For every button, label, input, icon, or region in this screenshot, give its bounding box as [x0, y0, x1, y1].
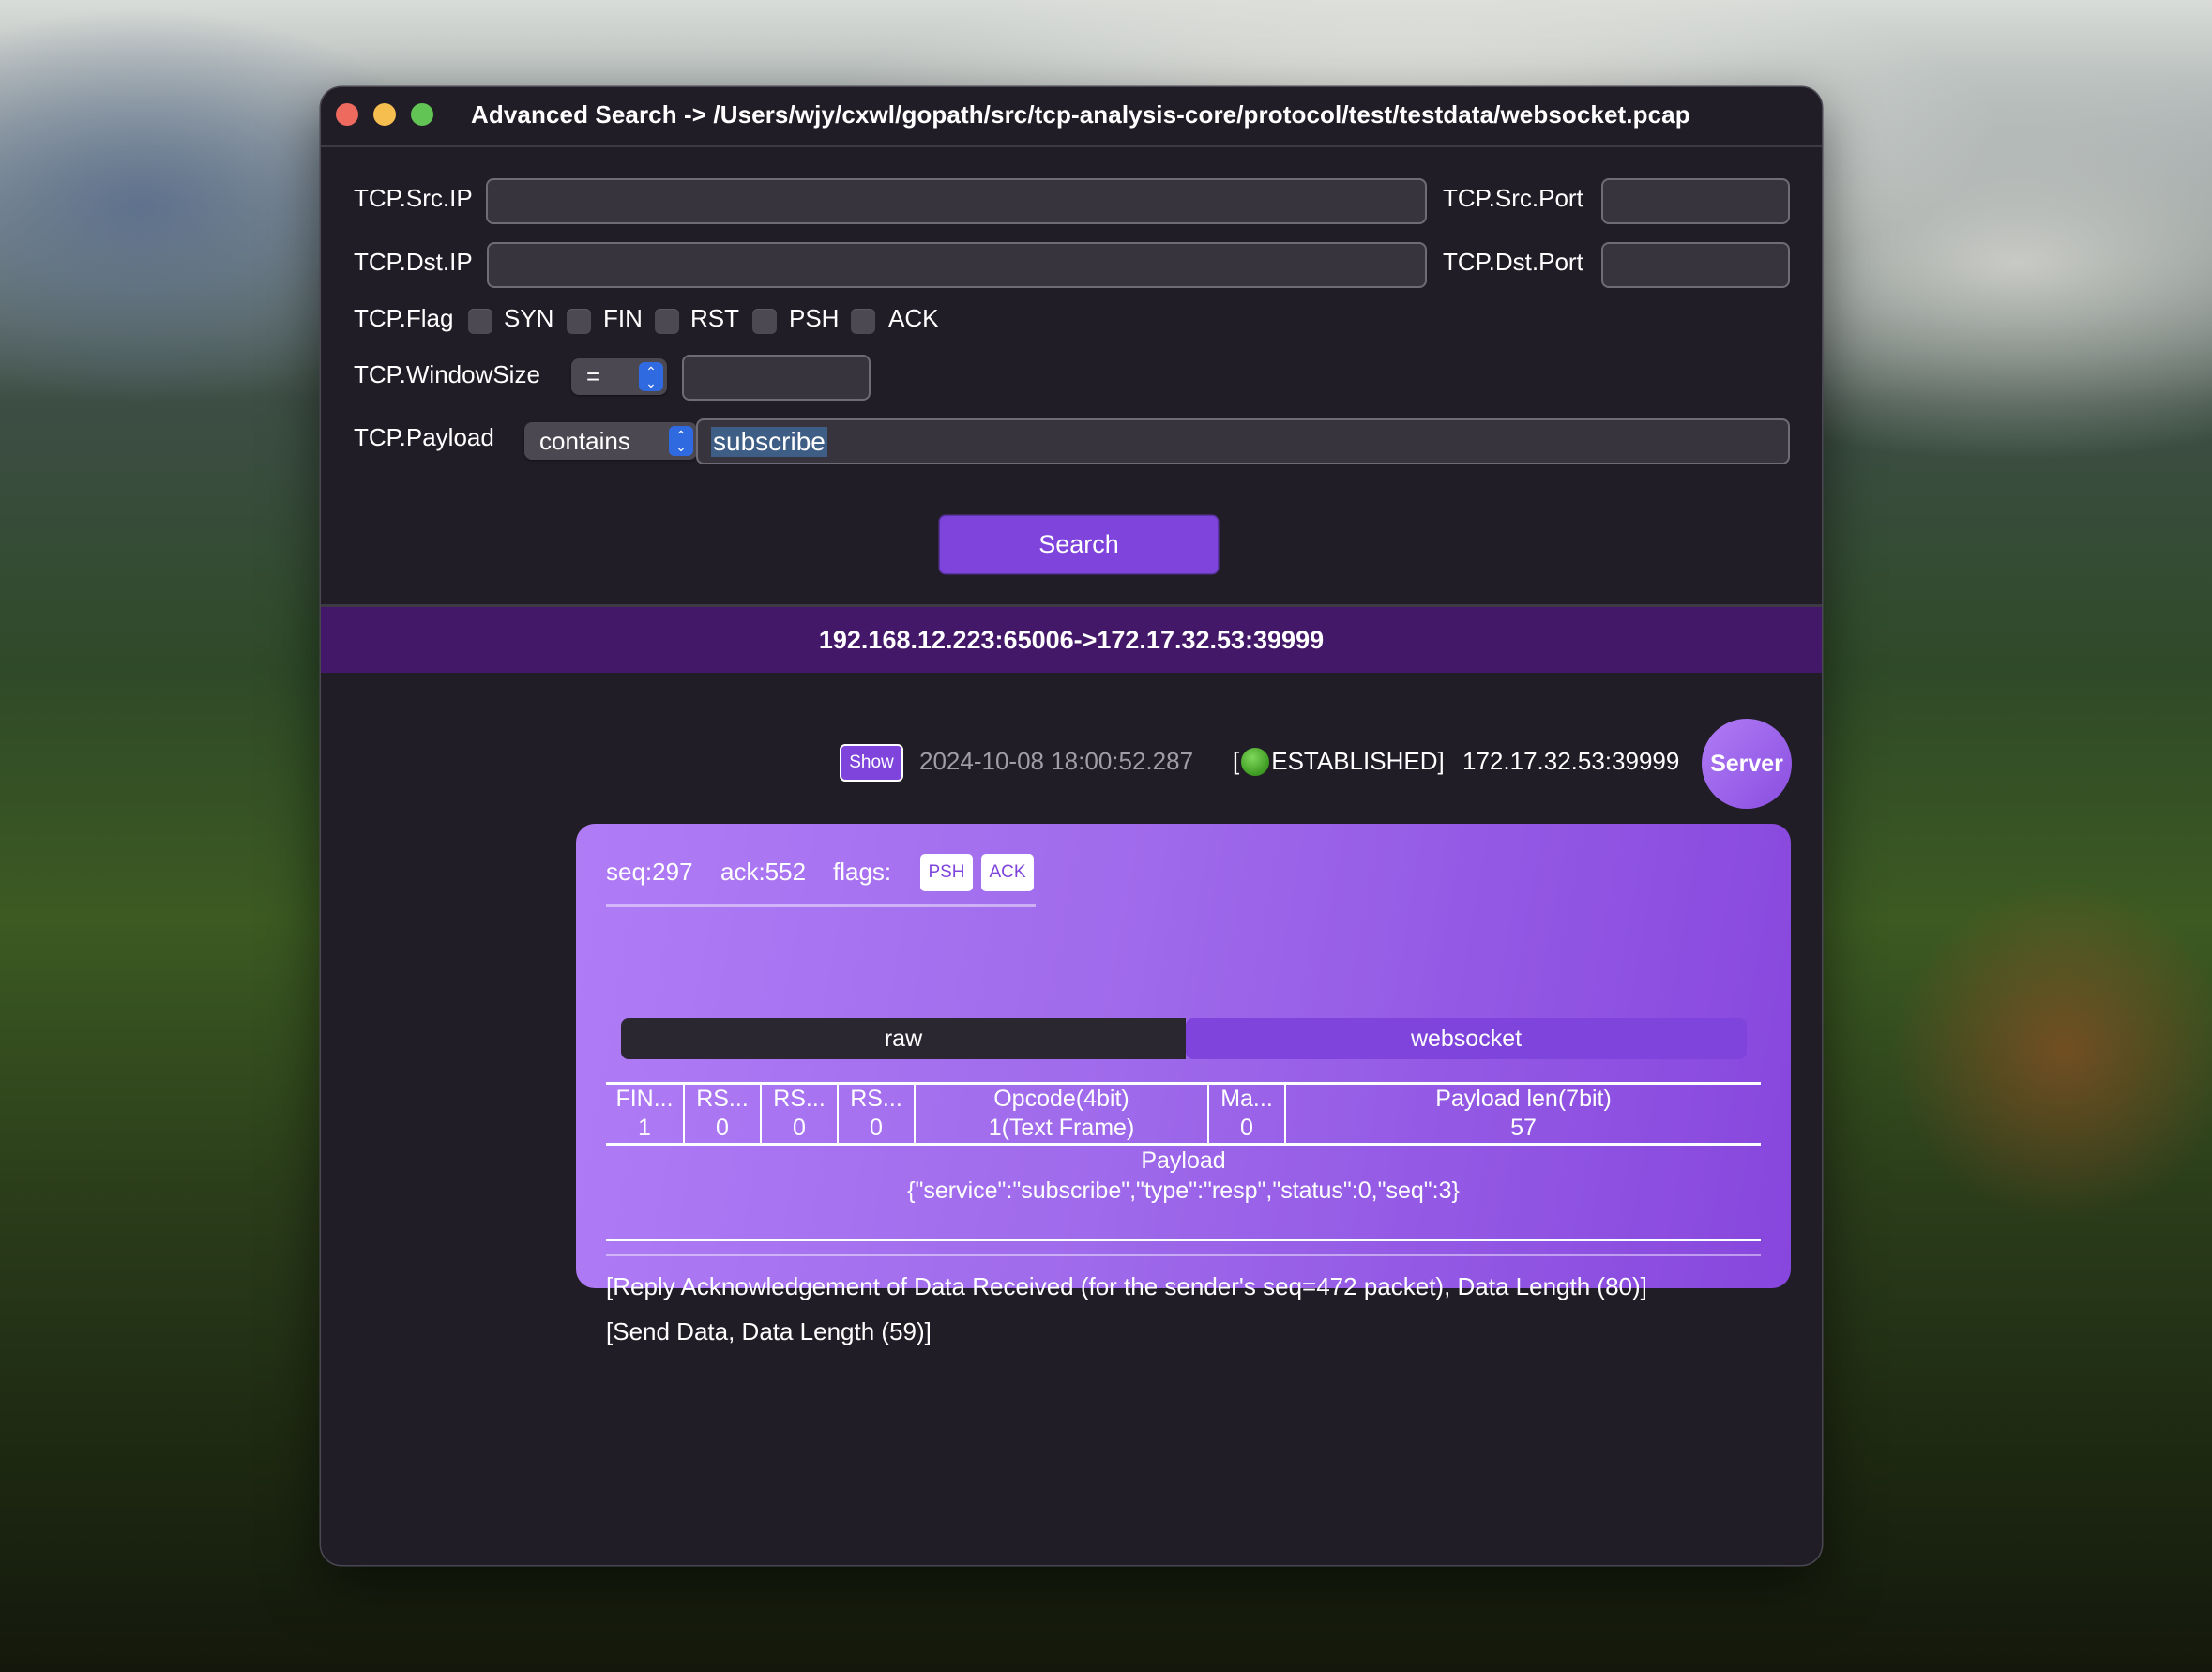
dst-port-label: TCP.Dst.Port: [1443, 248, 1583, 276]
rst-label: RST: [690, 304, 739, 332]
notes-divider: [606, 1254, 1761, 1256]
value-mask: 0: [1207, 1114, 1285, 1145]
ack-note: [Reply Acknowledgement of Data Received …: [606, 1272, 1647, 1300]
advanced-search-window: Advanced Search -> /Users/wjy/cxwl/gopat…: [321, 87, 1822, 1565]
header-opcode: Opcode(4bit): [914, 1083, 1208, 1114]
dst-ip-label: TCP.Dst.IP: [354, 248, 473, 276]
payload-input-text[interactable]: subscribe: [711, 426, 827, 457]
tab-websocket[interactable]: websocket: [1186, 1018, 1747, 1059]
packet-card: seq:297 ack:552 flags: PSH ACK raw webso…: [576, 824, 1791, 1345]
title-bar: Advanced Search -> /Users/wjy/cxwl/gopat…: [321, 87, 1822, 147]
flag-badge-psh: PSH: [920, 854, 973, 891]
rst-checkbox[interactable]: [655, 309, 679, 334]
header-fin: FIN...: [615, 1086, 674, 1112]
psh-label: PSH: [789, 304, 840, 332]
protocol-tabs: raw websocket: [621, 1018, 1747, 1059]
payload-label: TCP.Payload: [354, 423, 494, 451]
header-underline: [606, 904, 1036, 907]
server-avatar: Server: [1702, 719, 1792, 809]
up-down-chevron-icon: ⌃ ⌄: [669, 426, 693, 456]
window-title: Advanced Search -> /Users/wjy/cxwl/gopat…: [471, 100, 1690, 129]
minimize-window-button[interactable]: [373, 103, 396, 126]
header-payload-len: Payload len(7bit): [1284, 1083, 1761, 1114]
header-rsv1: RS...: [683, 1083, 761, 1114]
syn-checkbox[interactable]: [468, 309, 492, 334]
window-size-input-text[interactable]: [697, 362, 1036, 393]
zoom-window-button[interactable]: [411, 103, 433, 126]
payload-section: Payload {"service":"subscribe","type":"r…: [606, 1146, 1761, 1206]
seq-value: seq:297: [606, 858, 693, 886]
header-rsv2: RS...: [760, 1083, 838, 1114]
payload-body: {"service":"subscribe","type":"resp","st…: [907, 1178, 1460, 1204]
ack-value: ack:552: [720, 858, 807, 886]
tab-raw[interactable]: raw: [621, 1018, 1186, 1059]
payload-operator-select[interactable]: contains ⌃ ⌄: [524, 422, 697, 460]
frame-value-row: 1 0 0 0 1(Text Frame) 0 57: [606, 1114, 1761, 1145]
src-ip-input-text[interactable]: [501, 186, 840, 217]
endpoint-address: 172.17.32.53:39999: [1462, 747, 1680, 775]
search-button[interactable]: Search: [940, 516, 1218, 573]
flag-label: TCP.Flag: [354, 304, 454, 332]
connection-header: 192.168.12.223:65006->172.17.32.53:39999: [321, 607, 1822, 673]
src-ip-label: TCP.Src.IP: [354, 184, 473, 212]
frame-header-row: FIN... RS... RS... RS... Opcode(4bit) Ma…: [606, 1083, 1761, 1114]
window-size-operator-select[interactable]: = ⌃ ⌄: [571, 358, 667, 395]
src-port-label: TCP.Src.Port: [1443, 184, 1583, 212]
payload-title: Payload: [1141, 1148, 1226, 1174]
up-down-chevron-icon: ⌃ ⌄: [639, 362, 663, 391]
status-green-dot-icon: [1241, 747, 1270, 776]
value-rsv1: 0: [683, 1114, 761, 1145]
value-rsv2: 0: [760, 1114, 838, 1145]
window-size-operator-value: =: [586, 362, 601, 390]
value-rsv3: 0: [837, 1114, 915, 1145]
dst-port-input-text[interactable]: [1616, 250, 1822, 281]
dst-ip-input-text[interactable]: [502, 250, 841, 281]
header-rsv3: RS...: [837, 1083, 915, 1114]
ack-checkbox[interactable]: [851, 309, 875, 334]
src-port-input-text[interactable]: [1616, 186, 1822, 217]
close-window-button[interactable]: [336, 103, 358, 126]
state-open-bracket: [: [1233, 747, 1240, 775]
header-mask: Ma...: [1207, 1083, 1285, 1114]
payload-divider: [606, 1239, 1761, 1241]
dst-port-input[interactable]: [1601, 242, 1822, 288]
value-fin: 1: [638, 1115, 651, 1141]
fin-label: FIN: [603, 304, 643, 332]
ack-label: ACK: [888, 304, 939, 332]
flags-label: flags:: [833, 858, 892, 886]
value-payload-len: 57: [1284, 1114, 1761, 1145]
show-button[interactable]: Show: [840, 744, 903, 782]
syn-label: SYN: [504, 304, 554, 332]
connection-state: [ ESTABLISHED]: [1233, 747, 1445, 776]
state-text: ESTABLISHED]: [1271, 747, 1445, 775]
fin-checkbox[interactable]: [567, 309, 591, 334]
window-size-label: TCP.WindowSize: [354, 360, 540, 388]
value-opcode: 1(Text Frame): [914, 1114, 1208, 1145]
window-size-input[interactable]: [682, 355, 1036, 401]
payload-input[interactable]: subscribe: [696, 418, 1790, 464]
src-port-input[interactable]: [1601, 178, 1822, 224]
flag-badge-ack: ACK: [981, 854, 1034, 891]
payload-operator-value: contains: [539, 426, 630, 455]
src-ip-input[interactable]: [486, 178, 1427, 224]
packet-timestamp: 2024-10-08 18:00:52.287: [919, 747, 1194, 775]
dst-ip-input[interactable]: [487, 242, 1427, 288]
psh-checkbox[interactable]: [752, 309, 777, 334]
websocket-frame-table: FIN... RS... RS... RS... Opcode(4bit) Ma…: [606, 1082, 1761, 1146]
send-note: [Send Data, Data Length (59)]: [606, 1317, 932, 1345]
